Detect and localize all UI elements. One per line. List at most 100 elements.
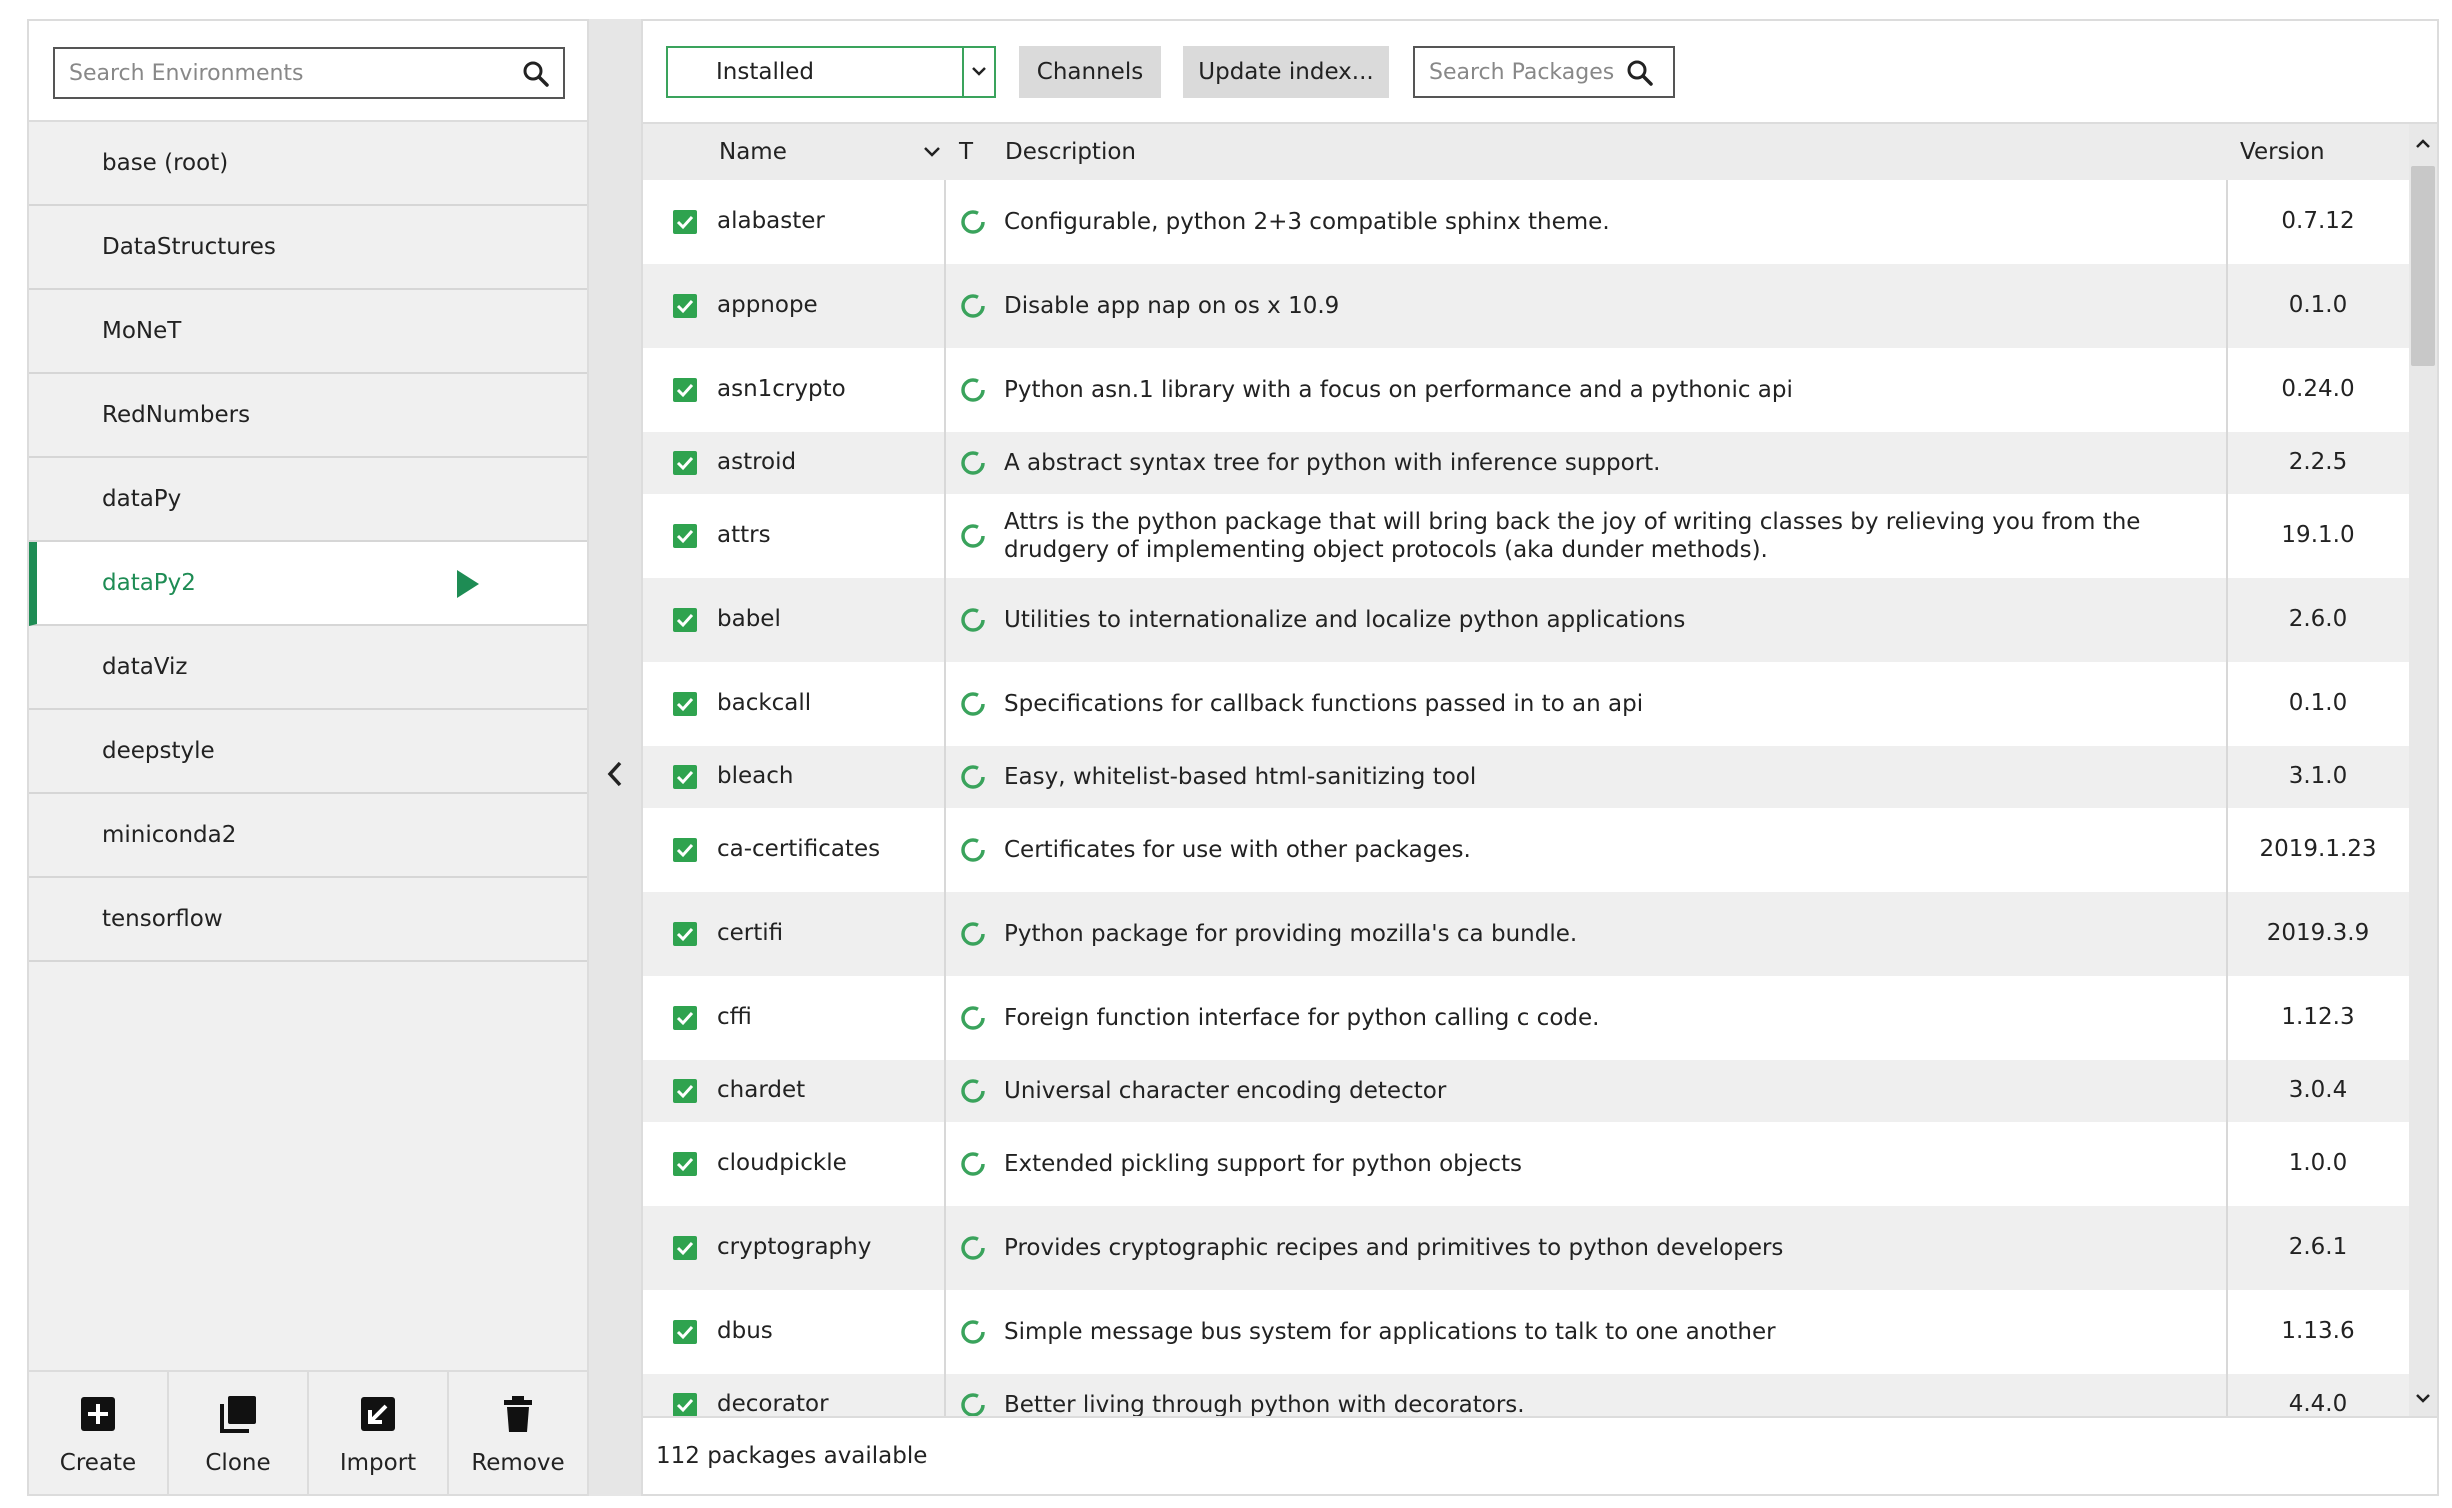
table-row[interactable]: alabaster Configurable, python 2+3 compat… xyxy=(643,180,2409,264)
installed-checkbox[interactable] xyxy=(673,1393,697,1416)
package-name: certifi xyxy=(717,920,784,946)
installed-checkbox[interactable] xyxy=(673,524,697,548)
package-name: ca-certificates xyxy=(717,836,881,862)
environment-item-base-root[interactable]: base (root) xyxy=(29,122,587,206)
table-row[interactable]: astroid A abstract syntax tree for python… xyxy=(643,432,2409,494)
package-search-input[interactable] xyxy=(1429,54,1629,90)
scroll-up-arrow-icon[interactable] xyxy=(2409,126,2437,162)
installed-checkbox[interactable] xyxy=(673,1079,697,1103)
installed-checkbox[interactable] xyxy=(673,692,697,716)
chevron-left-icon[interactable] xyxy=(603,757,627,791)
table-row[interactable]: cloudpickle Extended pickling support for… xyxy=(643,1122,2409,1206)
search-icon[interactable] xyxy=(521,59,551,89)
environment-item-tensorflow[interactable]: tensorflow xyxy=(29,878,587,962)
column-header-name[interactable]: Name xyxy=(719,124,787,180)
package-status-ring-icon xyxy=(959,763,987,791)
package-version[interactable]: 2019.3.9 xyxy=(2228,920,2408,946)
package-version[interactable]: 2.2.5 xyxy=(2228,449,2408,475)
package-version[interactable]: 0.7.12 xyxy=(2228,208,2408,234)
status-bar: 112 packages available xyxy=(643,1416,2437,1494)
installed-checkbox[interactable] xyxy=(673,451,697,475)
table-row[interactable]: decorator Better living through python wi… xyxy=(643,1374,2409,1416)
environment-item-datapy2[interactable]: dataPy2 xyxy=(29,542,587,626)
table-row[interactable]: cffi Foreign function interface for pytho… xyxy=(643,976,2409,1060)
package-version[interactable]: 1.12.3 xyxy=(2228,1004,2408,1030)
package-version[interactable]: 3.0.4 xyxy=(2228,1077,2408,1103)
environment-label: RedNumbers xyxy=(102,402,251,428)
column-header-type[interactable]: T xyxy=(959,124,973,180)
environment-search-box[interactable] xyxy=(53,47,565,99)
environment-item-miniconda2[interactable]: miniconda2 xyxy=(29,794,587,878)
scroll-down-arrow-icon[interactable] xyxy=(2409,1380,2437,1416)
create-button[interactable]: Create xyxy=(29,1372,169,1494)
environment-search-input[interactable] xyxy=(69,55,499,91)
table-row[interactable]: bleach Easy, whitelist-based html-sanitiz… xyxy=(643,746,2409,808)
table-row[interactable]: babel Utilities to internationalize and l… xyxy=(643,578,2409,662)
clone-button[interactable]: Clone xyxy=(169,1372,309,1494)
package-description: Disable app nap on os x 10.9 xyxy=(1004,293,1340,319)
package-version[interactable]: 0.1.0 xyxy=(2228,292,2408,318)
installed-checkbox[interactable] xyxy=(673,1152,697,1176)
table-row[interactable]: ca-certificates Certificates for use with… xyxy=(643,808,2409,892)
package-version[interactable]: 1.0.0 xyxy=(2228,1150,2408,1176)
package-version[interactable]: 0.24.0 xyxy=(2228,376,2408,402)
installed-checkbox[interactable] xyxy=(673,922,697,946)
installed-checkbox[interactable] xyxy=(673,608,697,632)
environment-item-rednumbers[interactable]: RedNumbers xyxy=(29,374,587,458)
package-description: Simple message bus system for applicatio… xyxy=(1004,1319,1776,1345)
installed-checkbox[interactable] xyxy=(673,1006,697,1030)
package-version[interactable]: 0.1.0 xyxy=(2228,690,2408,716)
import-button[interactable]: Import xyxy=(309,1372,449,1494)
environment-item-datapy[interactable]: dataPy xyxy=(29,458,587,542)
packages-table: Name T Description Version alabaster Conf… xyxy=(643,122,2437,1416)
table-row[interactable]: appnope Disable app nap on os x 10.9 0.1.0 xyxy=(643,264,2409,348)
package-name: cffi xyxy=(717,1004,752,1030)
sort-chevron-down-icon[interactable] xyxy=(923,145,941,159)
package-description: Certificates for use with other packages… xyxy=(1004,837,1471,863)
table-row[interactable]: certifi Python package for providing mozi… xyxy=(643,892,2409,976)
search-icon[interactable] xyxy=(1625,58,1655,88)
column-divider xyxy=(944,1122,946,1206)
installed-checkbox[interactable] xyxy=(673,838,697,862)
environment-item-monet[interactable]: MoNeT xyxy=(29,290,587,374)
update-index-button[interactable]: Update index... xyxy=(1183,46,1389,98)
environment-item-dataviz[interactable]: dataViz xyxy=(29,626,587,710)
package-search-box[interactable] xyxy=(1413,46,1675,98)
table-row[interactable]: asn1crypto Python asn.1 library with a fo… xyxy=(643,348,2409,432)
installed-checkbox[interactable] xyxy=(673,294,697,318)
package-version[interactable]: 2.6.1 xyxy=(2228,1234,2408,1260)
environment-item-datastructures[interactable]: DataStructures xyxy=(29,206,587,290)
dropdown-toggle[interactable] xyxy=(962,48,994,96)
play-icon[interactable] xyxy=(457,570,479,598)
installed-checkbox[interactable] xyxy=(673,765,697,789)
environment-label: MoNeT xyxy=(102,318,182,344)
package-description: Easy, whitelist-based html-sanitizing to… xyxy=(1004,764,1477,790)
package-version[interactable]: 2019.1.23 xyxy=(2228,836,2408,862)
package-status-ring-icon xyxy=(959,920,987,948)
environment-item-deepstyle[interactable]: deepstyle xyxy=(29,710,587,794)
package-filter-select[interactable]: Installed xyxy=(666,46,996,98)
environment-label: base (root) xyxy=(102,150,229,176)
table-row[interactable]: attrs Attrs is the python package that wi… xyxy=(643,494,2409,578)
installed-checkbox[interactable] xyxy=(673,1320,697,1344)
vertical-scrollbar[interactable] xyxy=(2409,124,2437,1416)
package-version[interactable]: 3.1.0 xyxy=(2228,763,2408,789)
table-row[interactable]: backcall Specifications for callback func… xyxy=(643,662,2409,746)
installed-checkbox[interactable] xyxy=(673,210,697,234)
package-version[interactable]: 4.4.0 xyxy=(2228,1391,2408,1416)
installed-checkbox[interactable] xyxy=(673,1236,697,1260)
package-version[interactable]: 1.13.6 xyxy=(2228,1318,2408,1344)
column-header-description[interactable]: Description xyxy=(1005,124,1136,180)
panel-collapse-strip[interactable] xyxy=(589,19,641,1496)
column-header-version[interactable]: Version xyxy=(2240,124,2325,180)
channels-button[interactable]: Channels xyxy=(1019,46,1161,98)
scrollbar-thumb[interactable] xyxy=(2411,166,2435,366)
package-description: Universal character encoding detector xyxy=(1004,1078,1447,1104)
table-row[interactable]: cryptography Provides cryptographic recip… xyxy=(643,1206,2409,1290)
package-version[interactable]: 19.1.0 xyxy=(2228,522,2408,548)
table-row[interactable]: chardet Universal character encoding dete… xyxy=(643,1060,2409,1122)
table-row[interactable]: dbus Simple message bus system for applic… xyxy=(643,1290,2409,1374)
installed-checkbox[interactable] xyxy=(673,378,697,402)
package-version[interactable]: 2.6.0 xyxy=(2228,606,2408,632)
remove-button[interactable]: Remove xyxy=(449,1372,587,1494)
